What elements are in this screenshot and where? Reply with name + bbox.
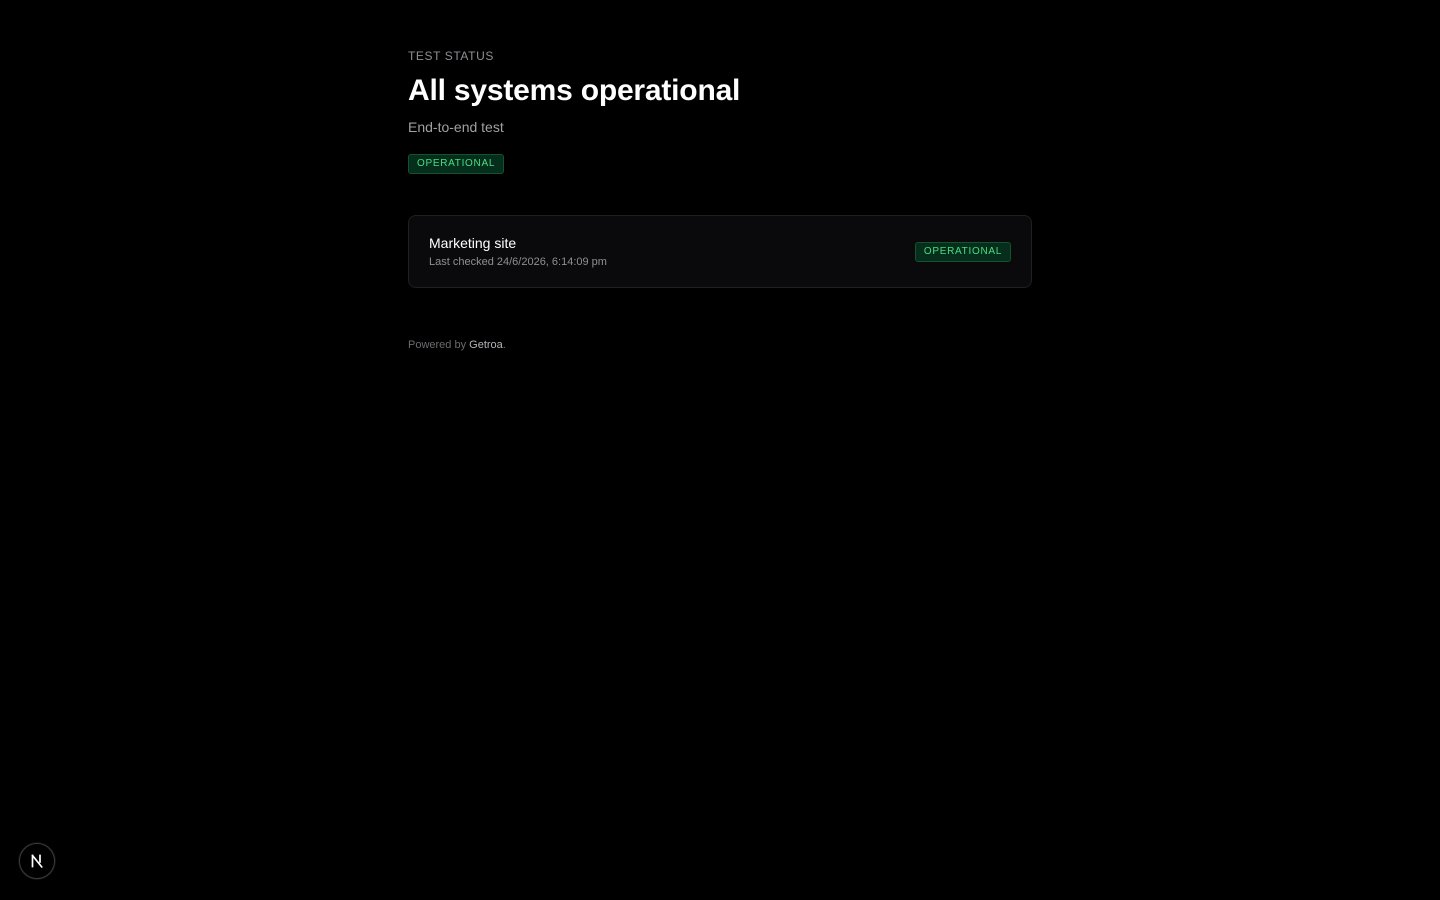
status-page: TEST STATUS All systems operational End-… [0, 0, 1440, 900]
footer-suffix: . [502, 339, 506, 351]
component-name: Marketing site [429, 235, 517, 251]
component-status-badge: OPERATIONAL [914, 241, 1011, 262]
component-last-checked: Last checked 24/6/2026, 6:14:09 pm [429, 256, 607, 268]
overall-status-badge: OPERATIONAL [408, 154, 505, 174]
footer-prefix: Powered by [408, 339, 467, 351]
status-container: TEST STATUS All systems operational End-… [408, 48, 1032, 352]
footer-brand-link[interactable]: Getroa [469, 339, 503, 351]
page-eyebrow: TEST STATUS [408, 49, 494, 63]
nextjs-logo-icon [31, 854, 43, 868]
footer: Powered by Getroa. [408, 338, 1032, 352]
page-subtitle: End-to-end test [408, 119, 504, 135]
page-title: All systems operational [408, 74, 741, 107]
component-card: Marketing site Last checked 24/6/2026, 6… [408, 215, 1032, 288]
component-info: Marketing site Last checked 24/6/2026, 6… [429, 234, 607, 269]
nextjs-dev-indicator-button[interactable] [19, 843, 55, 879]
